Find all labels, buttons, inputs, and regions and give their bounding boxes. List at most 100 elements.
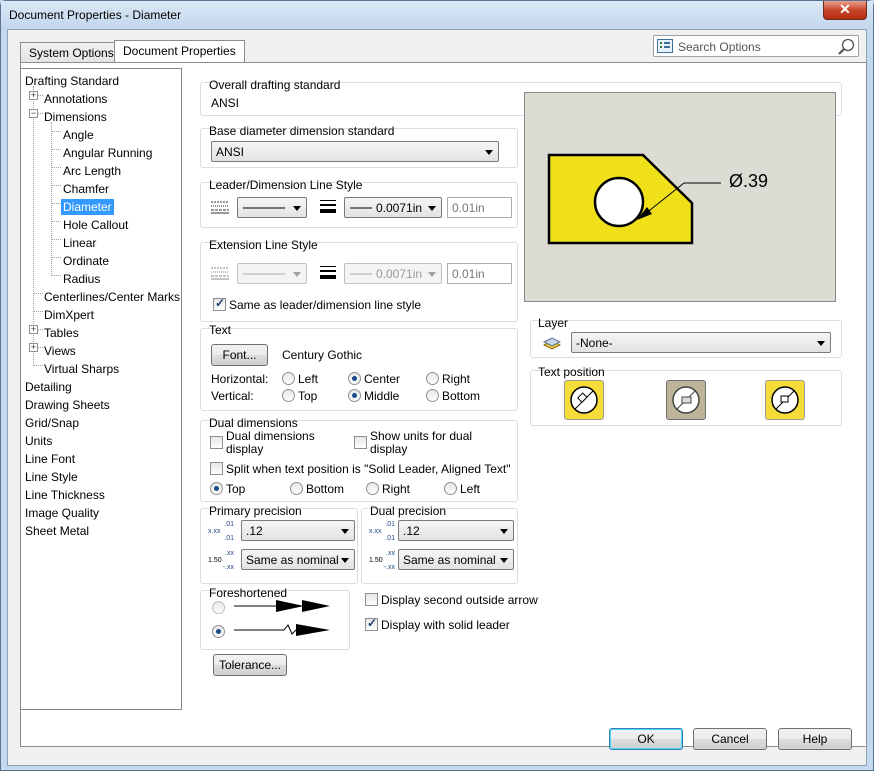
options-tree[interactable]: + − + + Drafting Standard Annotations Di… bbox=[20, 68, 182, 710]
horizontal-left-radio[interactable] bbox=[282, 372, 295, 385]
ok-button[interactable]: OK bbox=[609, 728, 683, 750]
leader-thickness-select[interactable]: 0.0071in bbox=[344, 197, 442, 218]
primary-tolerance-select[interactable]: Same as nominal bbox=[241, 549, 355, 570]
tab-system-options[interactable]: System Options bbox=[20, 42, 123, 64]
extension-thickness-select[interactable]: 0.0071in bbox=[344, 263, 442, 284]
vertical-bottom-radio[interactable] bbox=[426, 389, 439, 402]
tree-item-line-thickness[interactable]: Line Thickness bbox=[25, 487, 105, 503]
vertical-top-radio[interactable] bbox=[282, 389, 295, 402]
overall-standard-label: Overall drafting standard bbox=[209, 78, 341, 92]
dual-left-radio[interactable] bbox=[444, 482, 457, 495]
text-label: Text bbox=[209, 323, 232, 337]
precision-icon: .01 x.xx .01 bbox=[369, 521, 395, 542]
extension-style-label: Extension Line Style bbox=[209, 238, 318, 252]
vertical-top-label: Top bbox=[298, 389, 318, 403]
dialog-client: System Options Document Properties Searc… bbox=[7, 29, 867, 766]
tree-item-chamfer[interactable]: Chamfer bbox=[63, 181, 109, 197]
second-outside-arrow-label: Display second outside arrow bbox=[381, 593, 538, 607]
tree-item-drawing-sheets[interactable]: Drawing Sheets bbox=[25, 397, 110, 413]
tree-item-radius[interactable]: Radius bbox=[63, 271, 100, 287]
leader-thickness-value: 0.0071in bbox=[376, 201, 423, 215]
primary-tolerance-value: Same as nominal bbox=[246, 553, 339, 567]
tree-item-ordinate[interactable]: Ordinate bbox=[63, 253, 109, 269]
show-units-checkbox[interactable] bbox=[354, 436, 367, 449]
primary-precision-select[interactable]: .12 bbox=[241, 520, 355, 541]
text-position-aligned-button[interactable] bbox=[564, 380, 604, 420]
tree-item-detailing[interactable]: Detailing bbox=[25, 379, 72, 395]
expand-icon[interactable]: + bbox=[29, 325, 38, 334]
tree-item-dimensions[interactable]: Dimensions bbox=[44, 109, 107, 125]
dual-left-label: Left bbox=[460, 482, 481, 496]
layer-select[interactable]: -None- bbox=[571, 332, 831, 353]
help-button[interactable]: Help bbox=[778, 728, 852, 750]
tree-item-hole-callout[interactable]: Hole Callout bbox=[63, 217, 128, 233]
base-standard-select[interactable]: ANSI bbox=[211, 141, 499, 162]
solid-leader-checkbox[interactable] bbox=[365, 616, 378, 631]
dual-top-label: Top bbox=[226, 482, 246, 496]
collapse-icon[interactable]: − bbox=[29, 109, 38, 118]
search-input[interactable]: Search Options bbox=[678, 40, 761, 54]
split-text-checkbox[interactable] bbox=[210, 462, 223, 475]
foreshortened-straight-radio[interactable] bbox=[212, 601, 225, 614]
foreshortened-zigzag-radio[interactable] bbox=[212, 625, 225, 638]
tree-item-linear[interactable]: Linear bbox=[63, 235, 96, 251]
leader-custom-thickness-field[interactable]: 0.01in bbox=[447, 197, 512, 218]
tree-item-annotations[interactable]: Annotations bbox=[44, 91, 107, 107]
line-style-icon bbox=[211, 201, 229, 214]
tree-item-grid-snap[interactable]: Grid/Snap bbox=[25, 415, 79, 431]
tree-item-sheet-metal[interactable]: Sheet Metal bbox=[25, 523, 89, 539]
dual-bottom-radio[interactable] bbox=[290, 482, 303, 495]
tree-item-drafting-standard[interactable]: Drafting Standard bbox=[25, 73, 119, 89]
tree-item-diameter[interactable]: Diameter bbox=[61, 199, 114, 215]
tab-document-properties[interactable]: Document Properties bbox=[114, 40, 245, 64]
straight-leader-arrow-icon bbox=[234, 600, 330, 612]
tree-item-image-quality[interactable]: Image Quality bbox=[25, 505, 99, 521]
tree-item-views[interactable]: Views bbox=[44, 343, 76, 359]
tree-item-units[interactable]: Units bbox=[25, 433, 52, 449]
extension-line-style-select[interactable] bbox=[237, 263, 307, 284]
search-box[interactable]: Search Options bbox=[653, 35, 859, 57]
dual-precision-select[interactable]: .12 bbox=[398, 520, 514, 541]
tolerance-button[interactable]: Tolerance... bbox=[213, 654, 287, 676]
dual-display-checkbox[interactable] bbox=[210, 436, 223, 449]
font-button[interactable]: Font... bbox=[211, 344, 268, 366]
title-bar: Document Properties - Diameter ✕ bbox=[1, 1, 873, 29]
font-name: Century Gothic bbox=[282, 348, 363, 362]
horizontal-right-radio[interactable] bbox=[426, 372, 439, 385]
text-position-label: Text position bbox=[538, 365, 605, 379]
cancel-button[interactable]: Cancel bbox=[693, 728, 767, 750]
text-position-horizontal-button[interactable] bbox=[765, 380, 805, 420]
same-as-leader-checkbox[interactable] bbox=[213, 296, 226, 311]
horizontal-center-radio[interactable] bbox=[348, 372, 361, 385]
text-position-broken-button[interactable] bbox=[666, 380, 706, 420]
expand-icon[interactable]: + bbox=[29, 343, 38, 352]
expand-icon[interactable]: + bbox=[29, 91, 38, 100]
extension-custom-thickness-field[interactable]: 0.01in bbox=[447, 263, 512, 284]
tree-item-arc-length[interactable]: Arc Length bbox=[63, 163, 121, 179]
solid-leader-label: Display with solid leader bbox=[381, 618, 510, 632]
tree-item-line-font[interactable]: Line Font bbox=[25, 451, 75, 467]
diameter-preview-drawing bbox=[547, 153, 721, 245]
dual-top-radio[interactable] bbox=[210, 482, 223, 495]
close-button[interactable]: ✕ bbox=[823, 1, 867, 20]
base-standard-value: ANSI bbox=[216, 145, 245, 159]
search-icon[interactable] bbox=[837, 38, 855, 55]
broken-leader-text-icon bbox=[672, 386, 700, 414]
dual-tolerance-select[interactable]: Same as nominal bbox=[398, 549, 514, 570]
tree-item-centerlines[interactable]: Centerlines/Center Marks bbox=[44, 289, 180, 305]
dual-tolerance-value: Same as nominal bbox=[403, 553, 496, 567]
tree-item-line-style[interactable]: Line Style bbox=[25, 469, 78, 485]
options-list-icon bbox=[657, 39, 673, 53]
tree-item-angle[interactable]: Angle bbox=[63, 127, 94, 143]
line-style-icon bbox=[211, 267, 229, 280]
second-outside-arrow-checkbox[interactable] bbox=[365, 593, 378, 606]
tree-item-virtual-sharps[interactable]: Virtual Sharps bbox=[44, 361, 119, 377]
tree-item-angular-running[interactable]: Angular Running bbox=[63, 145, 152, 161]
leader-line-style-select[interactable] bbox=[237, 197, 307, 218]
vertical-middle-radio[interactable] bbox=[348, 389, 361, 402]
zigzag-leader-arrow-icon bbox=[234, 624, 330, 636]
tree-item-dimxpert[interactable]: DimXpert bbox=[44, 307, 94, 323]
dual-right-radio[interactable] bbox=[366, 482, 379, 495]
tree-item-tables[interactable]: Tables bbox=[44, 325, 79, 341]
dual-right-label: Right bbox=[382, 482, 411, 496]
